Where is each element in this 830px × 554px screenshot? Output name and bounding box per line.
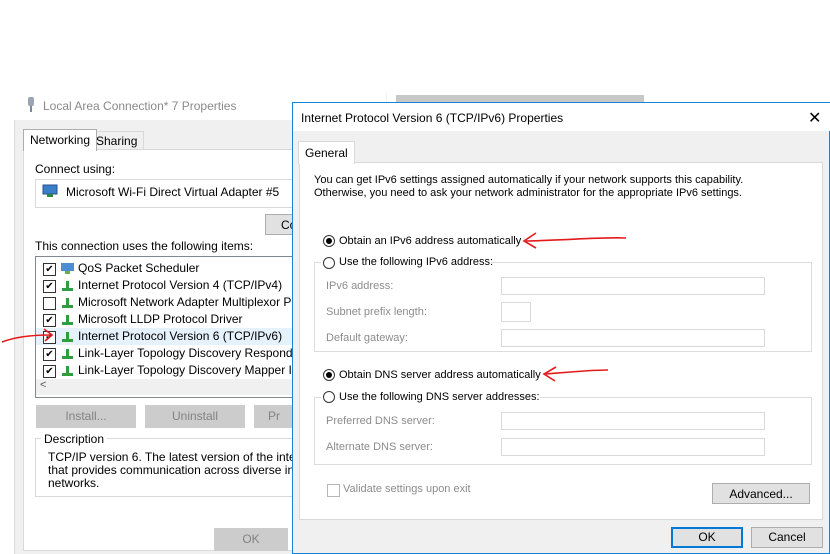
preferred-dns-label: Preferred DNS server: [326, 415, 435, 427]
install-button[interactable]: Install... [36, 405, 136, 428]
description-text: TCP/IP version 6. The latest version of … [48, 450, 327, 464]
network-properties-icon [28, 97, 34, 112]
protocol-icon [62, 281, 73, 291]
item-checkbox[interactable]: ✔ [43, 365, 56, 378]
item-label: Internet Protocol Version 6 (TCP/IPv6) [78, 329, 283, 343]
ok-button[interactable]: OK [671, 527, 743, 548]
alternate-dns-label: Alternate DNS server: [326, 441, 433, 453]
close-icon[interactable]: ✕ [808, 108, 821, 128]
scroll-left-icon[interactable]: < [40, 379, 46, 391]
info-text: You can get IPv6 settings assigned autom… [314, 174, 744, 186]
dns-manual-label: Use the following DNS server addresses: [339, 391, 540, 403]
items-label: This connection uses the following items… [35, 239, 254, 253]
dns-auto-radio[interactable] [323, 369, 335, 381]
protocol-icon [62, 315, 73, 325]
validate-label: Validate settings upon exit [343, 483, 471, 495]
qos-service-icon [61, 263, 74, 274]
ip-auto-radio[interactable] [323, 235, 335, 247]
default-gateway-label: Default gateway: [326, 332, 408, 344]
info-text: Otherwise, you need to ask your network … [314, 187, 742, 199]
item-checkbox[interactable] [43, 297, 56, 310]
description-legend: Description [41, 432, 108, 446]
connect-using-label: Connect using: [35, 162, 116, 176]
item-checkbox[interactable]: ✔ [43, 348, 56, 361]
protocol-icon [62, 366, 73, 376]
adapter-name: Microsoft Wi-Fi Direct Virtual Adapter #… [66, 185, 280, 199]
dns-manual-radio[interactable] [323, 391, 335, 403]
validate-checkbox[interactable] [327, 484, 340, 497]
cancel-button[interactable]: Cancel [751, 527, 823, 548]
uninstall-button[interactable]: Uninstall [145, 405, 245, 428]
ip-manual-radio[interactable] [323, 257, 335, 269]
alternate-dns-field[interactable] [501, 438, 765, 456]
item-label: Link-Layer Topology Discovery Responder [78, 346, 304, 360]
protocol-icon [62, 349, 73, 359]
network-adapter-icon [42, 184, 58, 197]
properties-button[interactable]: Pr [254, 405, 294, 428]
tab-networking[interactable]: Networking [23, 129, 98, 151]
front-dialog-title: Internet Protocol Version 6 (TCP/IPv6) P… [301, 111, 564, 125]
advanced-button[interactable]: Advanced... [712, 483, 810, 504]
tab-general[interactable]: General [298, 141, 355, 164]
ipv6-address-field[interactable] [501, 277, 765, 295]
preferred-dns-field[interactable] [501, 412, 765, 430]
protocol-icon [62, 298, 73, 308]
item-label: Link-Layer Topology Discovery Mapper I/O… [78, 363, 317, 377]
annotation-arrow [1, 328, 54, 343]
item-label: Microsoft LLDP Protocol Driver [78, 312, 243, 326]
ip-auto-label: Obtain an IPv6 address automatically [339, 235, 522, 247]
item-label: Internet Protocol Version 4 (TCP/IPv4) [78, 278, 283, 292]
annotation-arrow [522, 232, 627, 249]
item-label: Microsoft Network Adapter Multiplexor Pr… [78, 295, 325, 309]
tab-sharing[interactable]: Sharing [89, 131, 145, 150]
dns-auto-label: Obtain DNS server address automatically [339, 369, 541, 381]
back-dialog-title: Local Area Connection* 7 Properties [43, 99, 237, 113]
annotation-arrow [542, 366, 609, 382]
back-ok-button[interactable]: OK [214, 528, 288, 551]
ipv6-address-label: IPv6 address: [326, 280, 394, 292]
description-text: that provides communication across diver… [48, 463, 328, 477]
description-text: networks. [48, 476, 100, 490]
item-checkbox[interactable]: ✔ [43, 280, 56, 293]
subnet-prefix-label: Subnet prefix length: [326, 306, 427, 318]
ip-manual-label: Use the following IPv6 address: [339, 256, 494, 268]
item-label: QoS Packet Scheduler [78, 261, 200, 275]
item-checkbox[interactable]: ✔ [43, 263, 56, 276]
subnet-prefix-field[interactable] [501, 302, 531, 322]
default-gateway-field[interactable] [501, 329, 765, 347]
protocol-icon [62, 332, 73, 342]
